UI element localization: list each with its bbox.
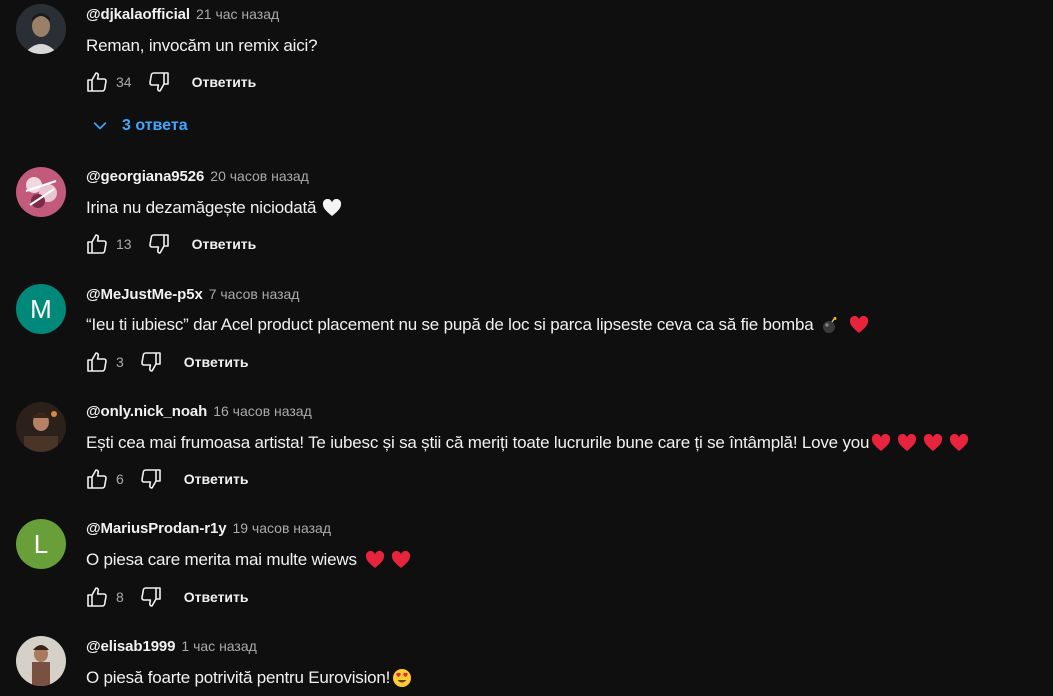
comment-time[interactable]: 7 часов назад (209, 286, 300, 302)
like-button[interactable] (84, 584, 110, 610)
thumbs-down-icon (148, 234, 169, 254)
comment-actions: 13 Ответить (84, 231, 256, 257)
avatar[interactable] (16, 4, 66, 54)
author-name[interactable]: @elisab1999 (86, 638, 176, 655)
comment-time[interactable]: 21 час назад (196, 6, 279, 22)
dislike-button[interactable] (146, 69, 172, 95)
like-button[interactable] (84, 349, 110, 375)
comment-text: “Ieu ti iubiesc” dar Acel product placem… (86, 313, 869, 337)
heart-eyes-icon (392, 668, 412, 688)
thumbs-up-icon (87, 234, 107, 254)
comment-meta: @MeJustMe-p5x 7 часов назад (86, 286, 299, 306)
comment-time[interactable]: 19 часов назад (232, 520, 331, 536)
red-heart-icon (849, 316, 869, 334)
like-count: 34 (116, 74, 132, 90)
red-heart-icon (949, 434, 969, 452)
reply-button[interactable]: Ответить (192, 74, 257, 90)
avatar-photo-icon (16, 4, 66, 54)
thumbs-down-icon (148, 72, 169, 92)
author-name[interactable]: @MariusProdan-r1y (86, 520, 227, 537)
author-name[interactable]: @georgiana9526 (86, 168, 204, 185)
comment-time[interactable]: 16 часов назад (213, 403, 312, 419)
avatar-photo-icon (16, 636, 66, 686)
avatar-letter: L (33, 528, 49, 559)
dislike-button[interactable] (138, 466, 164, 492)
comment-meta: @djkalaofficial 21 час назад (86, 6, 279, 26)
comment-text-content: O piesă foarte potrivită pentru Eurovisi… (86, 668, 391, 687)
comment-actions: 3 Ответить (84, 349, 249, 375)
comment-actions: 6 Ответить (84, 466, 249, 492)
red-heart-icon (391, 551, 411, 569)
avatar[interactable]: M (16, 284, 66, 334)
author-name[interactable]: @djkalaofficial (86, 6, 190, 23)
like-button[interactable] (84, 231, 110, 257)
chevron-down-icon (93, 122, 107, 130)
avatar[interactable]: L (16, 519, 66, 569)
dislike-button[interactable] (138, 584, 164, 610)
comment-actions: 8 Ответить (84, 584, 249, 610)
avatar-letter: M (30, 293, 52, 324)
comment-text-content: Irina nu dezamăgește niciodată (86, 198, 317, 217)
dislike-button[interactable] (138, 349, 164, 375)
comment-time[interactable]: 1 час назад (181, 638, 256, 654)
thumbs-down-icon (140, 352, 161, 372)
comment-actions: 34 Ответить (84, 69, 256, 95)
thumbs-up-icon (87, 587, 107, 607)
like-count: 13 (116, 236, 132, 252)
avatar[interactable] (16, 402, 66, 452)
thumbs-up-icon (87, 352, 107, 372)
red-heart-icon (365, 551, 385, 569)
comment-text-content: Ești cea mai frumoasa artista! Te iubesc… (86, 433, 870, 452)
comment-time[interactable]: 20 часов назад (210, 168, 309, 184)
comment-text: Irina nu dezamăgește niciodată (86, 196, 342, 220)
author-name[interactable]: @MeJustMe-p5x (86, 286, 203, 303)
comment-meta: @only.nick_noah 16 часов назад (86, 403, 312, 423)
avatar-photo-icon (16, 402, 66, 452)
comment-text: O piesă foarte potrivită pentru Eurovisi… (86, 666, 412, 690)
replies-count-label: 3 ответа (122, 117, 188, 134)
red-heart-icon (923, 434, 943, 452)
comment-text-content: “Ieu ti iubiesc” dar Acel product placem… (86, 315, 814, 334)
reply-button[interactable]: Ответить (184, 471, 249, 487)
comment-text-content: Reman, invocăm un remix aici? (86, 36, 318, 55)
like-button[interactable] (84, 69, 110, 95)
like-count: 6 (116, 471, 124, 487)
thumbs-up-icon (87, 72, 107, 92)
comment-text: O piesa care merita mai multe wiews (86, 548, 411, 572)
comment-meta: @elisab1999 1 час назад (86, 638, 257, 658)
dislike-button[interactable] (146, 231, 172, 257)
thumbs-up-icon (87, 469, 107, 489)
comment-meta: @MariusProdan-r1y 19 часов назад (86, 520, 331, 540)
like-button[interactable] (84, 466, 110, 492)
thumbs-down-icon (140, 469, 161, 489)
comment-text: Ești cea mai frumoasa artista! Te iubesc… (86, 431, 969, 455)
reply-button[interactable]: Ответить (192, 236, 257, 252)
comment-text: Reman, invocăm un remix aici? (86, 34, 318, 58)
avatar[interactable] (16, 167, 66, 217)
like-count: 3 (116, 354, 124, 370)
reply-button[interactable]: Ответить (184, 354, 249, 370)
show-replies-button[interactable]: 3 ответа (90, 114, 188, 138)
white-heart-icon (322, 199, 342, 217)
thumbs-down-icon (140, 587, 161, 607)
red-heart-icon (871, 434, 891, 452)
reply-button[interactable]: Ответить (184, 589, 249, 605)
comment-text-content: O piesa care merita mai multe wiews (86, 550, 357, 569)
red-heart-icon (897, 434, 917, 452)
bomb-icon (821, 316, 839, 334)
like-count: 8 (116, 589, 124, 605)
avatar-photo-icon (16, 167, 66, 217)
avatar[interactable] (16, 636, 66, 686)
author-name[interactable]: @only.nick_noah (86, 403, 207, 420)
comment-meta: @georgiana9526 20 часов назад (86, 168, 309, 188)
